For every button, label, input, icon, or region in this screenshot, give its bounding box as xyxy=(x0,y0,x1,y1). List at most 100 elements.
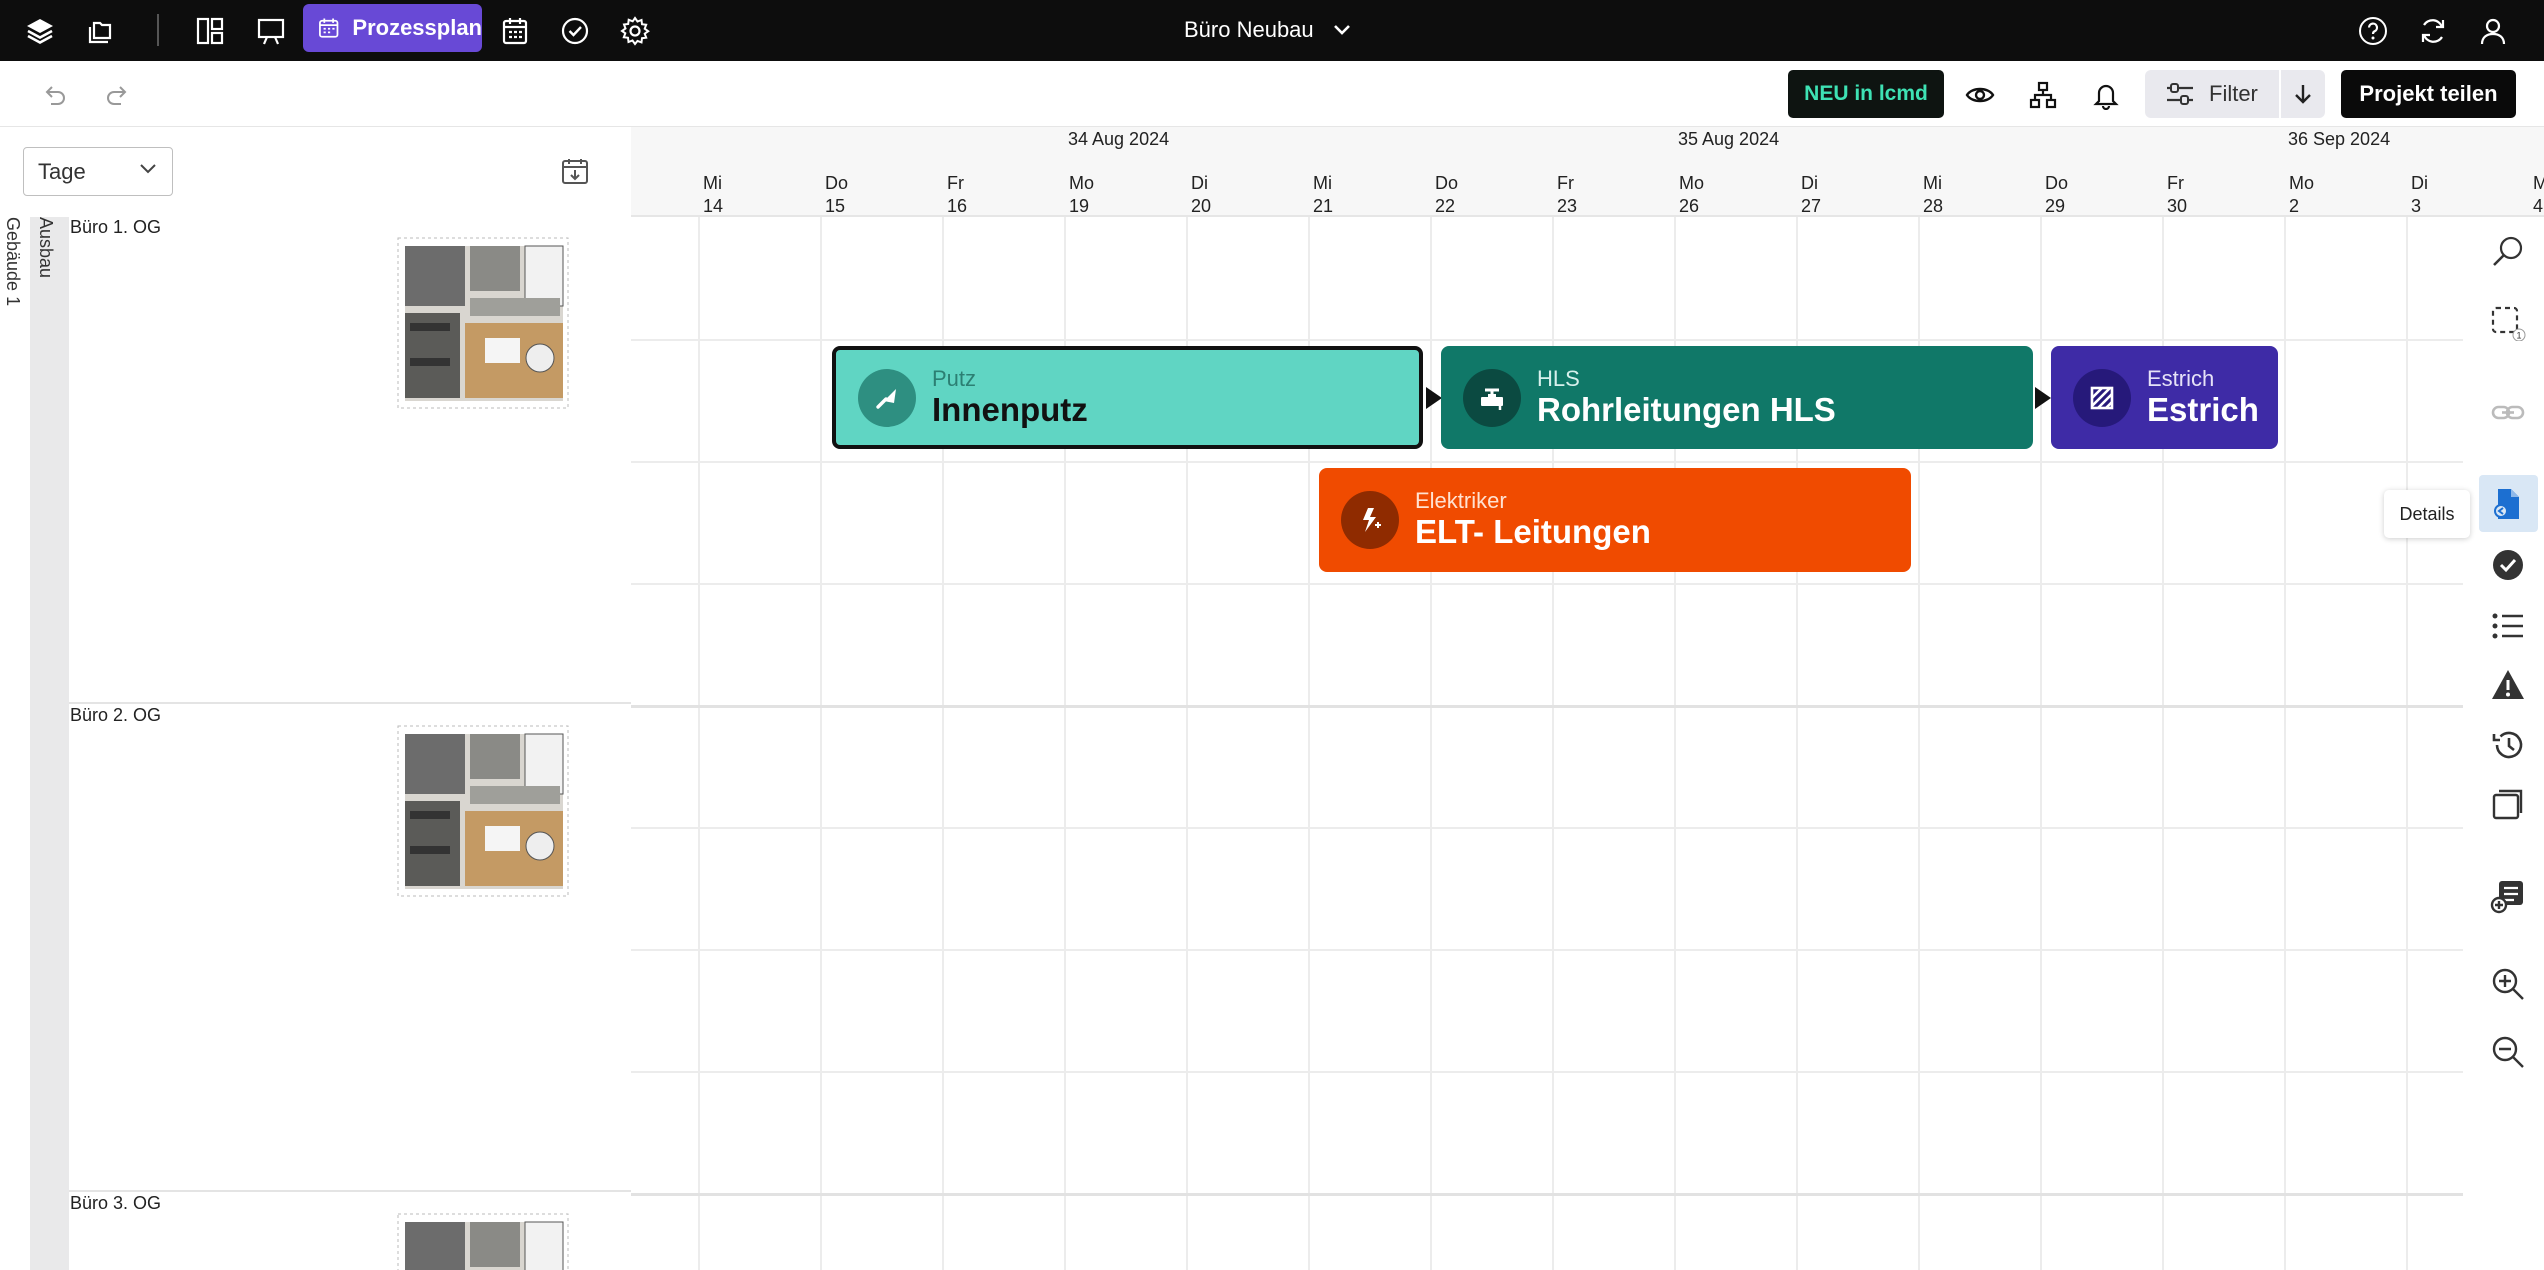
task-name: Estrich xyxy=(2147,390,2259,428)
filter-dropdown-button[interactable] xyxy=(2281,70,2325,118)
floor-label: Büro 3. OG xyxy=(70,1193,162,1213)
day-number: 4 xyxy=(2533,196,2544,216)
section-label: Ausbau xyxy=(36,217,56,279)
zoom-out-icon[interactable] xyxy=(2488,1032,2528,1072)
jump-to-today-icon[interactable] xyxy=(560,157,590,187)
grid-row-line xyxy=(631,1071,2463,1073)
task-card-estrich[interactable]: Estrich Estrich xyxy=(2051,346,2278,449)
floor-plan-thumbnail[interactable] xyxy=(390,1204,575,1270)
link-icon[interactable] xyxy=(2488,393,2528,433)
day-number: 22 xyxy=(1435,196,1456,216)
layers-stack-icon[interactable] xyxy=(2488,785,2528,825)
task-card-rohrleitungen-hls[interactable]: HLS Rohrleitungen HLS xyxy=(1441,346,2033,449)
day-of-week: Mo xyxy=(1069,173,1095,193)
electric-icon xyxy=(1341,491,1399,549)
floor-plan-thumbnail[interactable] xyxy=(390,228,575,418)
history-icon[interactable] xyxy=(2488,725,2528,765)
valve-icon xyxy=(1463,368,1521,427)
add-checklist-icon[interactable] xyxy=(2488,876,2528,916)
day-column-header: Di 3 xyxy=(2411,172,2428,215)
day-number: 30 xyxy=(2167,196,2188,216)
details-icon[interactable] xyxy=(2488,484,2528,524)
selection-count: 1 xyxy=(2516,331,2521,341)
time-scale-select[interactable]: Tage xyxy=(23,147,173,196)
sync-icon[interactable] xyxy=(2413,11,2453,51)
building-label: Gebäude 1 xyxy=(3,217,23,307)
help-icon[interactable] xyxy=(2353,11,2393,51)
redo-icon[interactable] xyxy=(98,77,138,113)
tab-prozessplan[interactable]: Prozessplan xyxy=(303,4,482,52)
check-done-icon[interactable] xyxy=(2488,545,2528,585)
neu-in-lcmd-badge[interactable]: NEU in lcmd xyxy=(1788,70,1944,118)
day-of-week: Di xyxy=(2411,173,2428,193)
task-card-innenputz[interactable]: Putz Innenputz xyxy=(832,346,1423,449)
top-navigation-bar: Prozessplan Büro Neubau xyxy=(0,0,2544,61)
tab-prozessplan-label: Prozessplan xyxy=(352,15,482,40)
folder-icon[interactable] xyxy=(81,11,121,51)
day-column-header: Di 27 xyxy=(1801,172,1821,215)
week-label: 34 Aug 2024 xyxy=(1068,129,1170,149)
gear-icon[interactable] xyxy=(615,11,655,51)
day-of-week: Mo xyxy=(1679,173,1705,193)
filter-button[interactable]: Filter xyxy=(2145,70,2279,118)
week-label: 36 Sep 2024 xyxy=(2288,129,2391,149)
selection-icon[interactable]: 1 xyxy=(2488,303,2528,343)
sliders-icon xyxy=(2167,83,2193,105)
chevron-down-icon xyxy=(140,164,156,174)
user-icon[interactable] xyxy=(2473,11,2513,51)
check-circle-icon[interactable] xyxy=(555,11,595,51)
day-of-week: Mi xyxy=(703,173,722,193)
day-number: 16 xyxy=(947,196,968,216)
eye-icon[interactable] xyxy=(1960,77,2000,113)
day-column-header: Mo 2 xyxy=(2289,172,2314,215)
grid-row-line xyxy=(631,461,2463,463)
day-of-week: Di xyxy=(1191,173,1208,193)
trowel-icon xyxy=(858,368,916,427)
day-number: 26 xyxy=(1679,196,1700,216)
presentation-icon[interactable] xyxy=(251,11,291,51)
task-trade: Elektriker xyxy=(1415,488,1507,513)
day-column-header: Fr 23 xyxy=(1557,172,1577,215)
project-selector[interactable]: Büro Neubau xyxy=(1184,14,1352,46)
day-column-header: Mi 28 xyxy=(1923,172,1944,216)
day-column-header: Di 20 xyxy=(1191,172,1211,215)
dashboard-icon[interactable] xyxy=(190,11,230,51)
layers-icon[interactable] xyxy=(20,11,60,51)
section-strip: Ausbau xyxy=(30,217,69,1270)
search-icon[interactable] xyxy=(2488,232,2528,272)
day-of-week: Fr xyxy=(1557,173,1574,193)
list-icon[interactable] xyxy=(2488,606,2528,646)
share-project-button[interactable]: Projekt teilen xyxy=(2341,70,2516,118)
hierarchy-icon[interactable] xyxy=(2023,77,2063,113)
grid-row-line xyxy=(631,583,2463,585)
calendar-grid-icon[interactable] xyxy=(495,11,535,51)
day-column-header: Do 15 xyxy=(825,172,848,216)
day-column-header: Fr 16 xyxy=(947,172,968,216)
bell-icon[interactable] xyxy=(2086,77,2126,113)
dependency-arrow xyxy=(2035,387,2051,409)
zoom-in-icon[interactable] xyxy=(2488,964,2528,1004)
grid-column-line xyxy=(820,217,822,1270)
floor-plan-thumbnail[interactable] xyxy=(390,716,575,906)
grid-column-line xyxy=(2040,217,2042,1270)
day-number: 28 xyxy=(1923,196,1944,216)
day-number: 14 xyxy=(703,196,724,216)
day-of-week: Fr xyxy=(947,173,964,193)
day-number: 15 xyxy=(825,196,846,216)
floor-divider xyxy=(69,1190,631,1192)
project-name: Büro Neubau xyxy=(1184,17,1314,42)
arrow-down-icon xyxy=(2295,85,2311,104)
floor-divider xyxy=(69,702,631,704)
details-tooltip: Details xyxy=(2384,490,2470,538)
task-trade: HLS xyxy=(1537,365,1580,391)
day-column-header: Mi 21 xyxy=(1313,172,1334,216)
grid-column-line xyxy=(1430,217,1432,1270)
day-of-week: Do xyxy=(1435,173,1459,193)
undo-icon[interactable] xyxy=(34,77,74,113)
day-of-week: Do xyxy=(2045,173,2069,193)
hatch-icon xyxy=(2073,368,2131,427)
task-card-elt-leitungen[interactable]: Elektriker ELT- Leitungen xyxy=(1319,468,1911,572)
day-number: 21 xyxy=(1313,196,1334,216)
day-of-week: M xyxy=(2533,172,2544,195)
warning-icon[interactable] xyxy=(2488,665,2528,705)
